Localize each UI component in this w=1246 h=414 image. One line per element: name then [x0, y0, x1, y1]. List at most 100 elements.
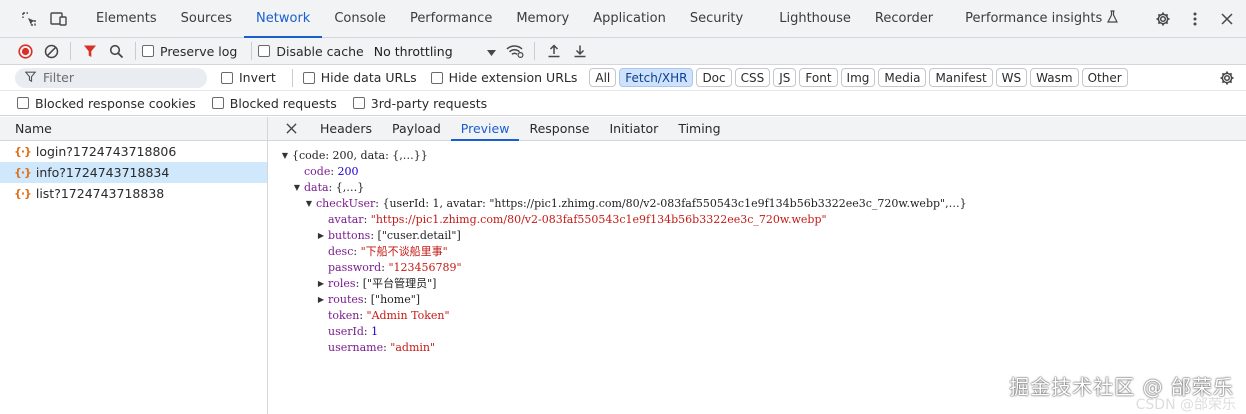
type-filter-all[interactable]: All	[589, 68, 617, 87]
expanded-triangle-icon[interactable]: ▼	[292, 183, 302, 192]
tab-performance[interactable]: Performance	[398, 0, 504, 37]
json-collapsed-node[interactable]: ▶ buttons: ["cuser.detail"]	[268, 227, 1246, 243]
type-filter-wasm[interactable]: Wasm	[1030, 68, 1079, 87]
disable-cache-checkbox[interactable]: Disable cache	[258, 44, 364, 59]
xhr-braces-icon: {·}	[14, 187, 32, 200]
import-har-upload-icon[interactable]	[541, 40, 567, 62]
stop-recording-icon[interactable]	[12, 40, 38, 62]
checkbox-box[interactable]	[221, 71, 233, 84]
tab-network[interactable]: Network	[244, 0, 323, 38]
hide-data-urls-checkbox[interactable]: Hide data URLs	[302, 70, 417, 85]
tab-headers[interactable]: Headers	[310, 117, 382, 140]
json-property: token: "Admin Token"	[328, 308, 450, 322]
json-property: avatar: "https://pic1.zhimg.com/80/v2-08…	[328, 212, 827, 226]
tab-console[interactable]: Console	[322, 0, 398, 37]
toolbar-divider	[70, 42, 71, 60]
filter-funnel-icon[interactable]	[77, 40, 103, 62]
preserve-log-label: Preserve log	[160, 43, 238, 59]
tab-security[interactable]: Security	[678, 0, 755, 37]
tab-timing[interactable]: Timing	[668, 117, 730, 140]
json-summary: ["cuser.detail"]	[377, 228, 461, 242]
clear-log-icon[interactable]	[38, 40, 64, 62]
json-data-node[interactable]: ▼ data: {,…}	[268, 179, 1246, 195]
third-party-requests-checkbox[interactable]: 3rd-party requests	[352, 95, 488, 111]
settings-gear-icon[interactable]	[1152, 8, 1174, 30]
blocked-response-cookies-label: Blocked response cookies	[35, 95, 196, 111]
tab-payload[interactable]: Payload	[382, 117, 451, 140]
collapsed-triangle-icon[interactable]: ▶	[316, 295, 326, 304]
expanded-triangle-icon[interactable]: ▼	[304, 199, 314, 208]
checkbox-box[interactable]	[142, 45, 154, 57]
export-har-download-icon[interactable]	[567, 40, 593, 62]
request-name: list?1724743718838	[35, 186, 165, 201]
type-filter-js[interactable]: JS	[773, 68, 797, 87]
name-column-header[interactable]: Name	[0, 117, 267, 141]
checkbox-box[interactable]	[430, 71, 443, 84]
xhr-braces-icon: {·}	[14, 145, 32, 158]
third-party-requests-label: 3rd-party requests	[370, 95, 488, 111]
tab-performance-insights-label: Performance insights	[965, 11, 1103, 26]
request-row[interactable]: {·} login?1724743718806	[0, 141, 267, 162]
json-string: "Admin Token"	[366, 308, 450, 322]
type-filter-css[interactable]: CSS	[734, 68, 771, 87]
request-row[interactable]: {·} info?1724743718834	[0, 162, 267, 183]
json-key: avatar	[328, 212, 364, 226]
tab-sources[interactable]: Sources	[169, 0, 244, 37]
type-filter-doc[interactable]: Doc	[696, 68, 732, 87]
json-property: username: "admin"	[328, 340, 436, 354]
network-settings-gear-icon[interactable]	[1216, 67, 1238, 89]
tab-application[interactable]: Application	[581, 0, 678, 37]
json-collapsed-node[interactable]: ▶ routes: ["home"]	[268, 291, 1246, 307]
collapsed-triangle-icon[interactable]: ▶	[316, 231, 326, 240]
close-devtools-icon[interactable]	[1216, 8, 1238, 30]
filter-input[interactable]: Filter	[15, 67, 207, 88]
type-filter-fetch-xhr[interactable]: Fetch/XHR	[619, 68, 694, 87]
json-key: desc	[328, 244, 354, 258]
search-icon[interactable]	[103, 40, 129, 62]
toolbar-divider	[251, 42, 253, 60]
tab-elements[interactable]: Elements	[84, 0, 169, 37]
json-checkuser-node[interactable]: ▼ checkUser: {userId: 1, avatar: "https:…	[268, 195, 1246, 211]
invert-checkbox[interactable]: Invert	[221, 70, 276, 85]
type-filter-other[interactable]: Other	[1081, 68, 1128, 87]
detail-tabs: Headers Payload Preview Response Initiat…	[268, 117, 1246, 141]
json-preview-tree: ▼ {code: 200, data: {,…}} code: 200 ▼ da…	[268, 141, 1246, 355]
checkbox-box[interactable]	[211, 97, 224, 109]
device-toolbar-icon[interactable]	[46, 11, 72, 27]
checkbox-box[interactable]	[258, 45, 271, 57]
type-filter-ws[interactable]: WS	[995, 68, 1028, 87]
type-filter-media[interactable]: Media	[878, 68, 927, 87]
type-filter-img[interactable]: Img	[840, 68, 876, 87]
checkbox-box[interactable]	[302, 71, 315, 84]
type-filter-manifest[interactable]: Manifest	[929, 68, 993, 87]
json-string: "123456789"	[388, 260, 462, 274]
checkbox-box[interactable]	[352, 97, 365, 109]
expanded-triangle-icon[interactable]: ▼	[280, 151, 290, 160]
json-property: password: "123456789"	[328, 260, 462, 274]
tab-initiator[interactable]: Initiator	[600, 117, 669, 140]
preserve-log-checkbox[interactable]: Preserve log	[142, 44, 237, 59]
more-options-icon[interactable]	[1184, 8, 1206, 30]
blocked-requests-checkbox[interactable]: Blocked requests	[211, 96, 337, 111]
close-detail-icon[interactable]	[280, 123, 302, 134]
type-filter-font[interactable]: Font	[799, 68, 838, 87]
filter-funnel-icon	[24, 70, 37, 85]
tab-memory[interactable]: Memory	[504, 0, 581, 37]
request-row[interactable]: {·} list?1724743718838	[0, 183, 267, 204]
throttling-select[interactable]: No throttling	[374, 44, 496, 59]
tab-response[interactable]: Response	[519, 117, 599, 140]
tab-performance-insights[interactable]: Performance insights	[953, 0, 1130, 37]
json-collapsed-node[interactable]: ▶ roles: ["平台管理员"]	[268, 275, 1246, 291]
tab-recorder[interactable]: Recorder	[863, 0, 945, 37]
filter-row-secondary: Blocked response cookies Blocked request…	[0, 91, 1246, 116]
checkbox-box[interactable]	[17, 97, 29, 109]
collapsed-triangle-icon[interactable]: ▶	[316, 279, 326, 288]
inspect-element-icon[interactable]	[16, 11, 42, 27]
tab-preview[interactable]: Preview	[450, 117, 520, 141]
network-conditions-wifi-icon[interactable]	[502, 40, 528, 62]
json-root-node[interactable]: ▼ {code: 200, data: {,…}}	[268, 147, 1246, 163]
toolbar-divider	[533, 42, 535, 60]
blocked-response-cookies-checkbox[interactable]: Blocked response cookies	[17, 96, 196, 111]
hide-extension-urls-checkbox[interactable]: Hide extension URLs	[430, 70, 577, 85]
tab-lighthouse[interactable]: Lighthouse	[767, 0, 863, 37]
